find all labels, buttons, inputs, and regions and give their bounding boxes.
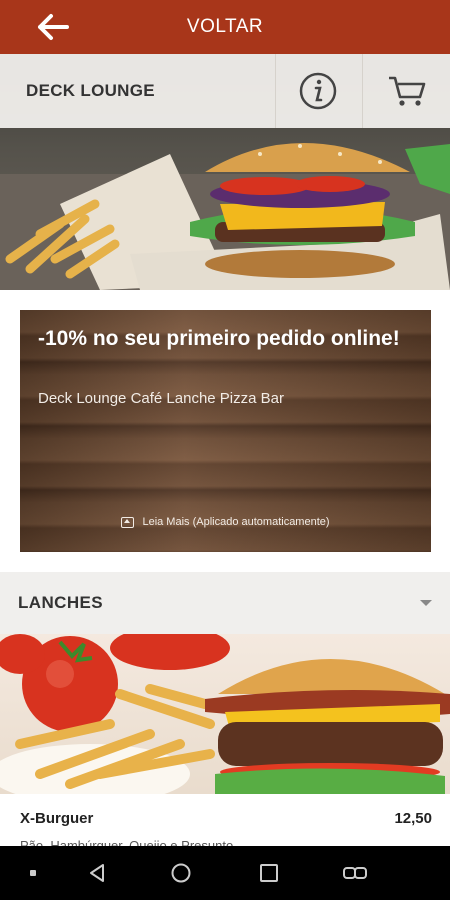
read-more-label: Leia Mais (Aplicado automaticamente) [142,516,330,528]
top-bar: VOLTAR [0,0,450,54]
restaurant-name: DECK LOUNGE [26,81,155,100]
chevron-down-icon[interactable] [420,600,432,606]
system-nav-bar [0,846,450,900]
burger-tomato-fries-illustration [0,634,450,794]
promo-subtitle: Deck Lounge Café Lanche Pizza Bar [38,390,284,407]
promo-title: -10% no seu primeiro pedido online! [38,327,400,350]
read-more-link[interactable]: Leia Mais (Aplicado automaticamente) [20,516,431,528]
promo-card[interactable]: -10% no seu primeiro pedido online! Deck… [20,310,431,552]
divider [275,54,276,128]
restaurant-bar: DECK LOUNGE [0,54,450,128]
back-label[interactable]: VOLTAR [0,0,450,54]
category-header[interactable]: LANCHES [0,572,450,634]
product-price: 12,50 [394,810,432,827]
recents-icon[interactable] [254,846,284,900]
home-icon[interactable] [166,846,196,900]
cart-icon[interactable] [386,73,428,109]
back-icon[interactable] [82,846,112,900]
info-icon[interactable] [298,71,338,111]
switch-icon[interactable] [340,846,370,900]
divider [362,54,363,128]
product-item[interactable]: X-Burguer 12,50 Pão, Hambúrguer, Queijo … [0,794,450,853]
expand-icon [121,516,135,528]
product-image[interactable] [0,634,450,794]
dot-icon[interactable] [22,846,44,900]
category-title: LANCHES [18,593,103,612]
product-name: X-Burguer [20,810,94,827]
